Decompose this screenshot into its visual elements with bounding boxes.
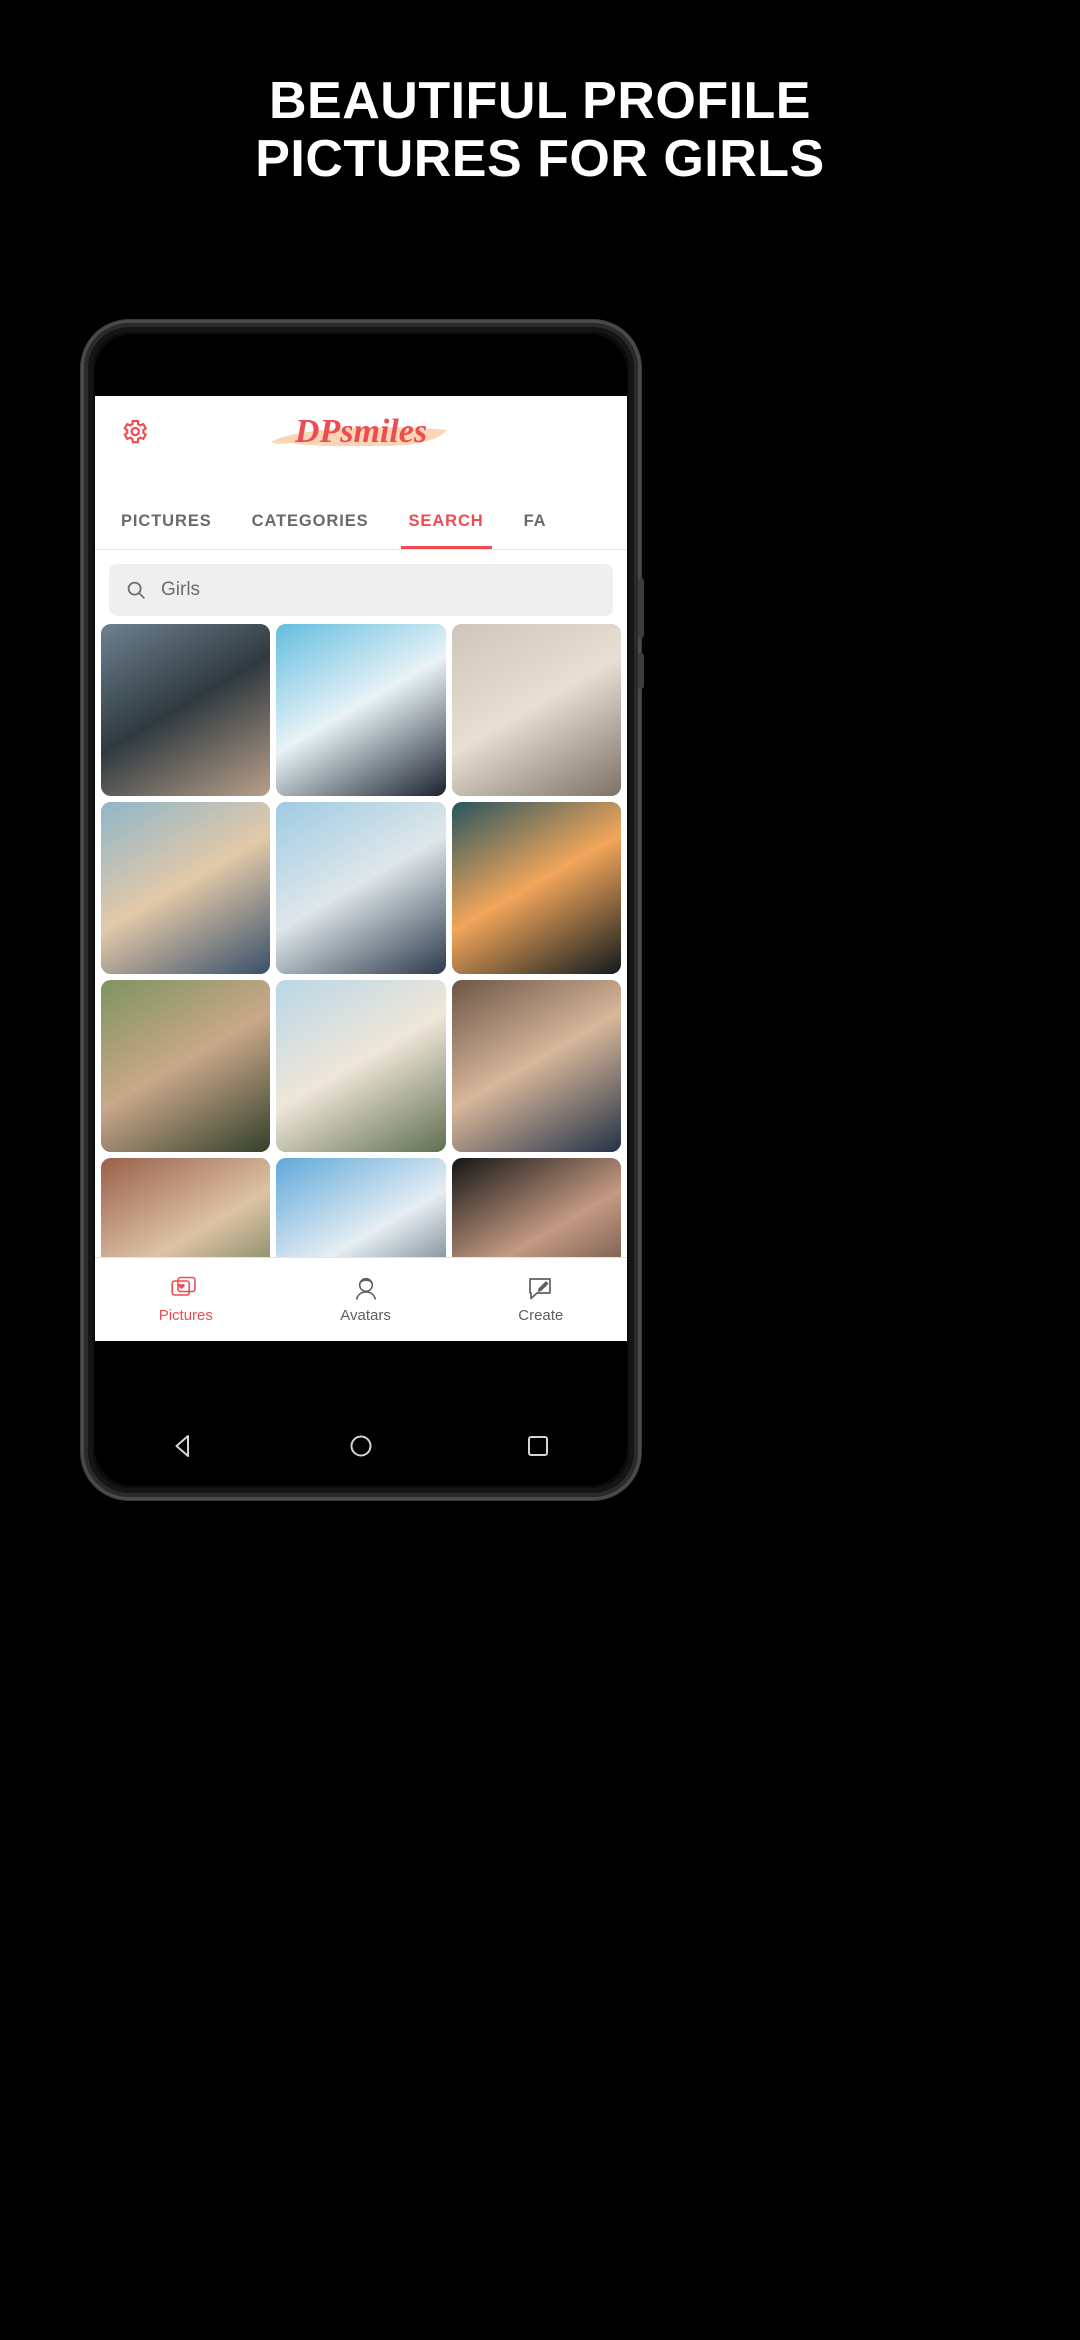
logo-text: DPsmiles [294, 413, 427, 450]
grid-item[interactable] [276, 624, 446, 796]
grid-item[interactable] [101, 624, 271, 796]
pictures-icon [171, 1276, 196, 1296]
tab-favorites[interactable]: FA [524, 512, 547, 549]
tab-search[interactable]: SEARCH [400, 512, 492, 549]
tab-bar: PICTURES CATEGORIES SEARCH FA [95, 472, 627, 550]
nav-label-avatars: Avatars [340, 1306, 391, 1324]
dpsmiles-logo-icon: DPsmiles [271, 413, 447, 450]
app-logo: DPsmiles [261, 402, 461, 464]
android-recents-button[interactable] [525, 1433, 551, 1464]
photo-two-girls-selfie-night-lights [451, 980, 621, 1152]
grid-item[interactable] [451, 980, 621, 1152]
photo-girls-arms-up-sunset-friends [101, 802, 271, 974]
grid-item[interactable] [451, 624, 621, 796]
settings-button[interactable] [119, 417, 149, 452]
grid-item[interactable] [276, 802, 446, 974]
bottom-navigation: Pictures Avatars Create [95, 1257, 627, 1341]
photo-smiling-girl-outdoors-lake [101, 980, 271, 1152]
triangle-back-icon [175, 1434, 189, 1457]
nav-label-create: Create [518, 1306, 564, 1324]
app-header: DPsmiles [95, 396, 627, 472]
circle-home-icon [350, 1435, 372, 1456]
tab-pictures[interactable]: PICTURES [121, 512, 212, 549]
photo-three-girls-raising-hands-wall [276, 624, 446, 796]
photo-silhouettes-dancing-sunset [451, 802, 621, 974]
nav-item-pictures[interactable]: Pictures [159, 1276, 213, 1324]
photo-grid [95, 624, 627, 1341]
grid-item[interactable] [451, 802, 621, 974]
nav-item-create[interactable]: Create [518, 1276, 563, 1324]
android-home-button[interactable] [348, 1433, 374, 1464]
search-value: Girls [161, 579, 201, 600]
grid-item[interactable] [276, 980, 446, 1152]
photo-girl-in-white-hat-flowers [276, 980, 446, 1152]
headline-line-1: BEAUTIFUL PROFILE [269, 72, 811, 130]
search-zone: Girls [95, 550, 627, 624]
photo-two-girls-city-skyline-rooftop [276, 802, 446, 974]
power-button[interactable] [638, 653, 644, 689]
grid-item[interactable] [101, 980, 271, 1152]
avatar-icon [355, 1277, 376, 1300]
create-icon [528, 1277, 551, 1299]
gear-icon [123, 419, 148, 444]
photo-girl-with-backpack-on-cliff [101, 624, 271, 796]
search-icon [127, 581, 145, 599]
nav-label-pictures: Pictures [158, 1306, 213, 1324]
volume-button[interactable] [638, 578, 644, 638]
android-navigation-bar [95, 1410, 627, 1486]
phone-mockup: DPsmiles PICTURES CATEGORIES SEARCH FA G… [81, 320, 644, 1500]
tab-categories[interactable]: CATEGORIES [252, 512, 369, 549]
promo-screenshot: BEAUTIFUL PROFILE PICTURES FOR GIRLS DPs… [0, 0, 1080, 2340]
phone-screen-frame: DPsmiles PICTURES CATEGORIES SEARCH FA G… [95, 334, 627, 1486]
grid-item[interactable] [101, 802, 271, 974]
app-screen: DPsmiles PICTURES CATEGORIES SEARCH FA G… [95, 396, 627, 1341]
search-input[interactable]: Girls [109, 564, 613, 616]
headline-line-2: PICTURES FOR GIRLS [255, 130, 825, 189]
promo-headline: BEAUTIFUL PROFILE PICTURES FOR GIRLS [0, 72, 1080, 188]
nav-item-avatars[interactable]: Avatars [340, 1276, 391, 1324]
photo-blonde-girl-ponytail-profile [451, 624, 621, 796]
android-back-button[interactable] [171, 1433, 197, 1464]
square-recents-icon [528, 1435, 549, 1456]
